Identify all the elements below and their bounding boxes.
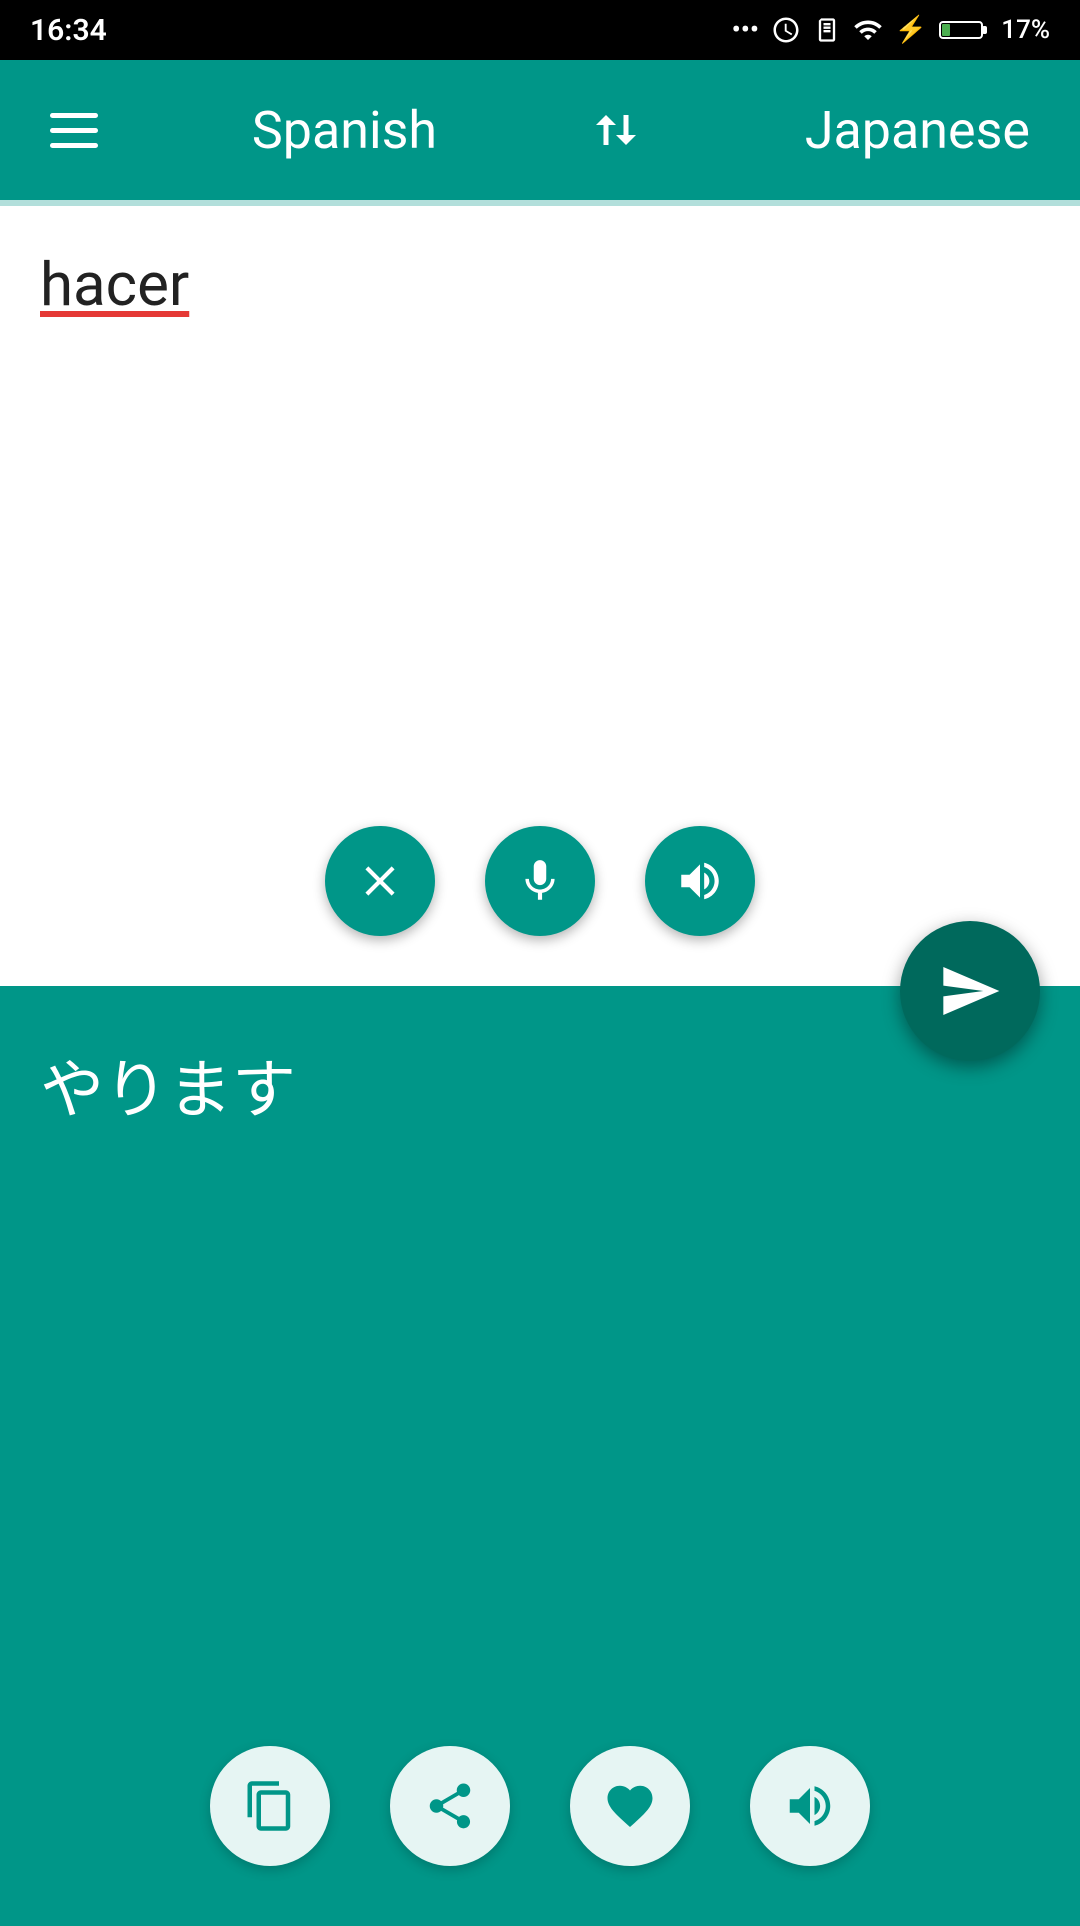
swap-languages-button[interactable]	[591, 105, 651, 155]
copy-button[interactable]	[210, 1746, 330, 1866]
status-time: 16:34	[30, 13, 107, 48]
sim-icon	[813, 16, 841, 44]
speak-input-button[interactable]	[645, 826, 755, 936]
status-icons: ••• ⚡ 17%	[732, 15, 1050, 45]
translate-button[interactable]	[900, 921, 1040, 1061]
charging-icon: ⚡	[895, 15, 927, 45]
target-language-label[interactable]: Japanese	[805, 100, 1030, 161]
microphone-button[interactable]	[485, 826, 595, 936]
clear-button[interactable]	[325, 826, 435, 936]
menu-line-2	[50, 128, 98, 133]
battery-icon	[939, 16, 989, 44]
speak-output-button[interactable]	[750, 1746, 870, 1866]
output-controls	[210, 1746, 870, 1866]
favorite-button[interactable]	[570, 1746, 690, 1866]
menu-line-3	[50, 143, 98, 148]
menu-line-1	[50, 113, 98, 118]
input-controls	[325, 826, 755, 936]
signal-icon	[853, 15, 883, 45]
battery-percent: 17%	[1001, 15, 1050, 45]
share-button[interactable]	[390, 1746, 510, 1866]
toolbar: Spanish Japanese	[0, 60, 1080, 200]
output-text: やります	[40, 1046, 1040, 1136]
dots-icon: •••	[732, 15, 759, 45]
menu-button[interactable]	[50, 113, 98, 148]
input-text[interactable]: hacer	[40, 246, 1040, 324]
alarm-icon	[771, 15, 801, 45]
status-bar: 16:34 ••• ⚡ 17%	[0, 0, 1080, 60]
output-section: やります	[0, 986, 1080, 1926]
source-language-label[interactable]: Spanish	[252, 100, 437, 161]
input-section: hacer	[0, 206, 1080, 986]
